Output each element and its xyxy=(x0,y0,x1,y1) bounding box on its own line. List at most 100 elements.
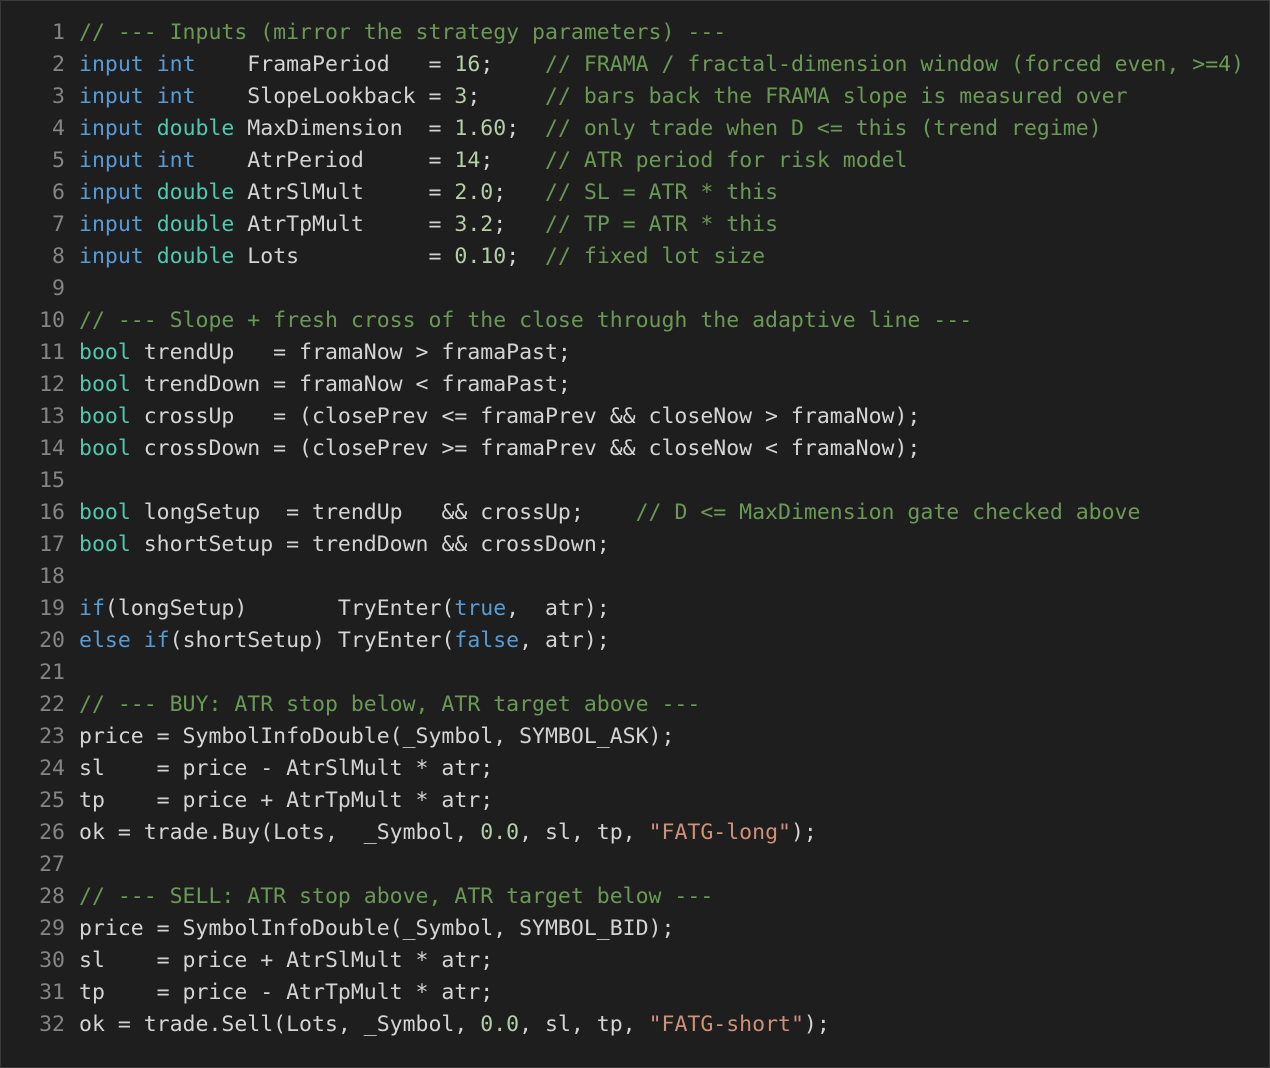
code-line[interactable]: 24 sl = price - AtrSlMult * atr; xyxy=(1,753,1244,785)
code-text: ; xyxy=(506,116,546,141)
line-number: 21 xyxy=(39,660,65,685)
code-comment: // --- Inputs (mirror the strategy param… xyxy=(79,20,727,45)
code-text: ; xyxy=(493,212,546,237)
code-text: ); xyxy=(790,820,817,845)
line-number: 12 xyxy=(39,372,65,397)
code-editor[interactable]: 1 // --- Inputs (mirror the strategy para… xyxy=(0,0,1270,1068)
line-content: if(longSetup) TryEnter(true, atr); xyxy=(65,593,610,625)
line-content: input int FramaPeriod = 16; // FRAMA / f… xyxy=(65,49,1244,81)
code-line[interactable]: 28 // --- SELL: ATR stop above, ATR targe… xyxy=(1,881,1244,913)
code-text: , atr); xyxy=(519,628,610,653)
code-number: 0.0 xyxy=(480,820,520,845)
line-number: 30 xyxy=(39,948,65,973)
line-number: 29 xyxy=(39,916,65,941)
code-text: trendDown = framaNow < framaPast; xyxy=(130,372,571,397)
code-type: double xyxy=(156,180,235,205)
code-line[interactable]: 20 else if(shortSetup) TryEnter(false, at… xyxy=(1,625,1244,657)
code-text: crossDown = (closePrev >= framaPrev && c… xyxy=(130,436,921,461)
line-content: // --- SELL: ATR stop above, ATR target … xyxy=(65,881,713,913)
line-content: bool crossUp = (closePrev <= framaPrev &… xyxy=(65,401,920,433)
code-comment: // D <= MaxDimension gate checked above xyxy=(635,500,1141,525)
line-number: 16 xyxy=(39,500,65,525)
code-line[interactable]: 3 input int SlopeLookback = 3; // bars ba… xyxy=(1,81,1244,113)
line-number: 8 xyxy=(52,244,65,269)
line-number: 23 xyxy=(39,724,65,749)
line-content: input double AtrTpMult = 3.2; // TP = AT… xyxy=(65,209,778,241)
code-line[interactable]: 15 xyxy=(1,465,1244,497)
line-content: bool crossDown = (closePrev >= framaPrev… xyxy=(65,433,920,465)
code-line[interactable]: 18 xyxy=(1,561,1244,593)
line-number: 27 xyxy=(39,852,65,877)
code-line[interactable]: 29 price = SymbolInfoDouble(_Symbol, SYMB… xyxy=(1,913,1244,945)
line-number: 15 xyxy=(39,468,65,493)
code-text: tp = price + AtrTpMult * atr; xyxy=(79,788,494,813)
line-number: 25 xyxy=(39,788,65,813)
code-keyword: else xyxy=(79,628,131,653)
code-line[interactable]: 8 input double Lots = 0.10; // fixed lot … xyxy=(1,241,1244,273)
code-keyword: false xyxy=(454,628,520,653)
code-text: (shortSetup) TryEnter( xyxy=(169,628,455,653)
code-keyword: input xyxy=(79,84,144,109)
code-type: bool xyxy=(79,340,131,365)
code-line[interactable]: 19 if(longSetup) TryEnter(true, atr); xyxy=(1,593,1244,625)
line-number: 20 xyxy=(39,628,65,653)
code-text: AtrSlMult = xyxy=(234,180,455,205)
code-number: 1.60 xyxy=(454,116,507,141)
code-line[interactable]: 22 // --- BUY: ATR stop below, ATR target… xyxy=(1,689,1244,721)
line-content: ok = trade.Buy(Lots, _Symbol, 0.0, sl, t… xyxy=(65,817,817,849)
code-line[interactable]: 32 ok = trade.Sell(Lots, _Symbol, 0.0, sl… xyxy=(1,1009,1244,1041)
code-line[interactable]: 9 xyxy=(1,273,1244,305)
code-line[interactable]: 16 bool longSetup = trendUp && crossUp; /… xyxy=(1,497,1244,529)
code-keyword: if xyxy=(79,596,105,621)
code-line[interactable]: 11 bool trendUp = framaNow > framaPast; xyxy=(1,337,1244,369)
code-line[interactable]: 10 // --- Slope + fresh cross of the clos… xyxy=(1,305,1244,337)
code-line[interactable]: 1 // --- Inputs (mirror the strategy para… xyxy=(1,17,1244,49)
code-line[interactable]: 4 input double MaxDimension = 1.60; // on… xyxy=(1,113,1244,145)
line-content: input int AtrPeriod = 14; // ATR period … xyxy=(65,145,907,177)
code-text: tp = price - AtrTpMult * atr; xyxy=(79,980,494,1005)
code-line[interactable]: 13 bool crossUp = (closePrev <= framaPrev… xyxy=(1,401,1244,433)
code-keyword: int xyxy=(156,148,196,173)
code-line[interactable]: 6 input double AtrSlMult = 2.0; // SL = A… xyxy=(1,177,1244,209)
code-line[interactable]: 21 xyxy=(1,657,1244,689)
code-line[interactable]: 5 input int AtrPeriod = 14; // ATR period… xyxy=(1,145,1244,177)
code-comment: // FRAMA / fractal-dimension window (for… xyxy=(545,52,1245,77)
line-content: sl = price - AtrSlMult * atr; xyxy=(65,753,493,785)
line-number: 9 xyxy=(52,276,65,301)
code-text: longSetup = trendUp && crossUp; xyxy=(130,500,636,525)
code-number: 14 xyxy=(454,148,481,173)
code-number: 3 xyxy=(454,84,468,109)
code-line[interactable]: 14 bool crossDown = (closePrev >= framaPr… xyxy=(1,433,1244,465)
code-comment: // TP = ATR * this xyxy=(545,212,779,237)
code-line[interactable]: 17 bool shortSetup = trendDown && crossDo… xyxy=(1,529,1244,561)
code-line[interactable]: 2 input int FramaPeriod = 16; // FRAMA / … xyxy=(1,49,1244,81)
code-type: double xyxy=(156,212,235,237)
code-line[interactable]: 23 price = SymbolInfoDouble(_Symbol, SYMB… xyxy=(1,721,1244,753)
line-number: 5 xyxy=(52,148,65,173)
code-comment: // --- Slope + fresh cross of the close … xyxy=(79,308,973,333)
code-view[interactable]: 1 // --- Inputs (mirror the strategy para… xyxy=(1,17,1244,1041)
code-line[interactable]: 12 bool trendDown = framaNow < framaPast; xyxy=(1,369,1244,401)
code-type: double xyxy=(156,244,235,269)
code-line[interactable]: 26 ok = trade.Buy(Lots, _Symbol, 0.0, sl,… xyxy=(1,817,1244,849)
code-line[interactable]: 27 xyxy=(1,849,1244,881)
code-line[interactable]: 7 input double AtrTpMult = 3.2; // TP = A… xyxy=(1,209,1244,241)
code-text: ok = trade.Sell(Lots, _Symbol, xyxy=(79,1012,481,1037)
line-content: ok = trade.Sell(Lots, _Symbol, 0.0, sl, … xyxy=(65,1009,830,1041)
line-content: tp = price - AtrTpMult * atr; xyxy=(65,977,493,1009)
code-line[interactable]: 30 sl = price + AtrSlMult * atr; xyxy=(1,945,1244,977)
line-number: 1 xyxy=(52,20,65,45)
code-line[interactable]: 31 tp = price - AtrTpMult * atr; xyxy=(1,977,1244,1009)
code-type: bool xyxy=(79,500,131,525)
code-text: , sl, tp, xyxy=(519,820,649,845)
code-text: MaxDimension = xyxy=(234,116,455,141)
line-number: 18 xyxy=(39,564,65,589)
code-text: sl = price + AtrSlMult * atr; xyxy=(79,948,494,973)
code-comment: // SL = ATR * this xyxy=(545,180,779,205)
code-text: Lots = xyxy=(234,244,455,269)
code-text: AtrTpMult = xyxy=(234,212,455,237)
code-line[interactable]: 25 tp = price + AtrTpMult * atr; xyxy=(1,785,1244,817)
